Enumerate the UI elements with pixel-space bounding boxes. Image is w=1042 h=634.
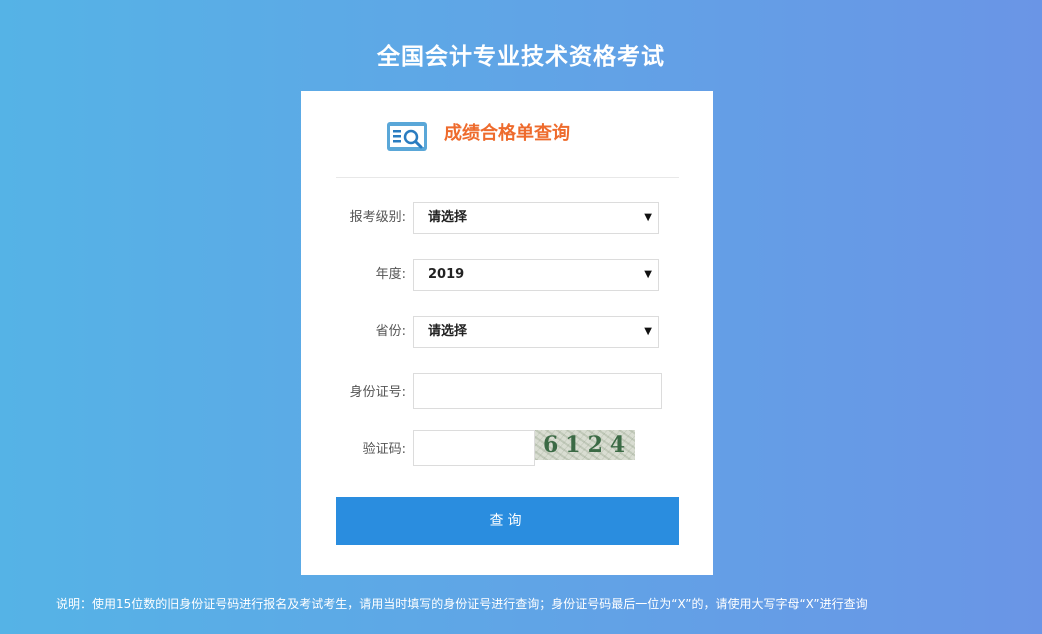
form-row-level: 报考级别: 请选择 ▼: [301, 202, 713, 234]
query-card: 成绩合格单查询 报考级别: 请选择 ▼ 年度: 2019 ▼ 省份: 请选择 ▼…: [301, 91, 713, 575]
captcha-image[interactable]: 6124: [535, 430, 635, 460]
year-select-value: 2019: [428, 267, 465, 282]
level-label: 报考级别:: [349, 210, 406, 225]
footer-note: 说明：使用15位数的旧身份证号码进行报名及考试考生，请用当时填写的身份证号进行查…: [56, 597, 868, 611]
form-row-captcha: 验证码: 6124: [301, 430, 713, 466]
dropdown-arrow-icon: ▼: [644, 326, 652, 337]
id-number-label: 身份证号:: [349, 385, 406, 400]
level-select[interactable]: 请选择 ▼: [413, 202, 659, 234]
captcha-input[interactable]: [413, 430, 535, 466]
year-label: 年度:: [375, 267, 406, 282]
id-number-input[interactable]: [413, 373, 662, 409]
captcha-label: 验证码:: [362, 442, 406, 457]
header-divider: [336, 177, 679, 178]
province-select[interactable]: 请选择 ▼: [413, 316, 659, 348]
dropdown-arrow-icon: ▼: [644, 269, 652, 280]
page-title: 全国会计专业技术资格考试: [377, 44, 665, 70]
card-title: 成绩合格单查询: [444, 123, 570, 144]
captcha-code: 6124: [543, 432, 633, 458]
form-row-year: 年度: 2019 ▼: [301, 259, 713, 291]
year-select[interactable]: 2019 ▼: [413, 259, 659, 291]
province-select-value: 请选择: [428, 324, 468, 339]
form-row-id-number: 身份证号:: [301, 373, 713, 409]
province-label: 省份:: [375, 324, 406, 339]
dropdown-arrow-icon: ▼: [644, 212, 652, 223]
query-button[interactable]: 查询: [336, 497, 679, 545]
level-select-value: 请选择: [428, 210, 468, 225]
form-row-province: 省份: 请选择 ▼: [301, 316, 713, 348]
card-header: 成绩合格单查询: [301, 91, 713, 177]
search-document-icon: [387, 122, 427, 151]
